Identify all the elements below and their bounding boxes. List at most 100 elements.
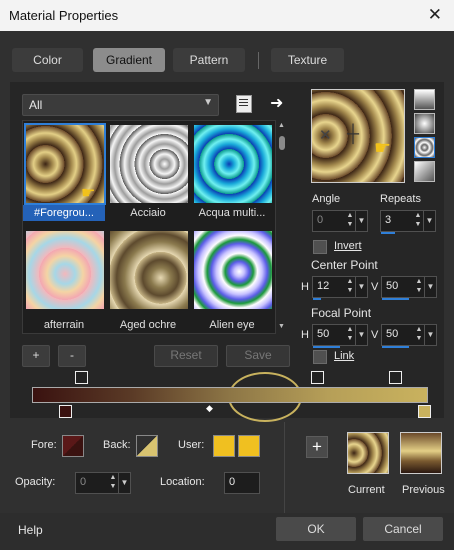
category-value: All (29, 98, 43, 112)
tab-color[interactable]: Color (12, 48, 83, 72)
foreground-swatch[interactable] (62, 435, 84, 457)
spin-arrows-icon[interactable]: ▲ ▼ (413, 211, 423, 231)
tab-texture[interactable]: Texture (271, 48, 344, 72)
invert-label: Invert (334, 240, 362, 252)
gradient-swatch (194, 125, 272, 203)
chevron-down-icon[interactable]: ▼ (424, 325, 436, 345)
gradient-preview[interactable]: ✕ ┼ ☛ (311, 89, 405, 183)
center-point-label: Center Point (311, 258, 378, 272)
resource-manager-icon[interactable] (236, 95, 252, 113)
midpoint-diamond-icon[interactable]: ◆ (206, 403, 213, 414)
focal-v-label: V (371, 329, 379, 341)
color-stop-marker[interactable] (59, 405, 72, 418)
reset-button[interactable]: Reset (154, 345, 218, 367)
color-stop-marker[interactable] (418, 405, 431, 418)
focal-v-spinner[interactable]: 50 ▲ ▼ ▼ (381, 324, 437, 348)
opacity-label: Opacity: (15, 476, 56, 488)
spin-arrows-icon[interactable]: ▲ ▼ (345, 325, 355, 345)
chevron-down-icon[interactable]: ▼ (355, 211, 367, 231)
add-to-library-button[interactable]: + (306, 436, 328, 458)
spin-arrows-icon[interactable]: ▲ ▼ (345, 277, 355, 297)
arrow-right-icon[interactable]: ➜ (270, 93, 283, 113)
title-bar: Material Properties ✕ (0, 0, 454, 31)
list-item-label: Aged ochre (119, 319, 177, 331)
scroll-down-icon[interactable]: ▼ (278, 323, 285, 330)
link-checkbox[interactable] (313, 350, 327, 364)
list-item-label: afterrain (43, 319, 85, 331)
gradient-swatch (110, 125, 188, 203)
transparency-stop-marker[interactable] (311, 371, 324, 384)
style-sunburst-button[interactable] (414, 161, 435, 182)
location-value: 0 (229, 476, 236, 488)
cancel-button[interactable]: Cancel (363, 517, 443, 541)
gradient-editor-bar[interactable] (32, 387, 428, 403)
focal-h-spinner[interactable]: 50 ▲ ▼ ▼ (312, 324, 368, 348)
style-radial-button[interactable] (414, 137, 435, 158)
close-icon[interactable]: ✕ (428, 5, 442, 25)
spin-arrows-icon[interactable]: ▲ ▼ (345, 211, 355, 231)
chevron-down-icon[interactable]: ▼ (424, 277, 436, 297)
center-h-value: 12 (317, 280, 330, 292)
spinner-indicator (313, 346, 340, 348)
background-swatch[interactable] (136, 435, 158, 457)
center-v-spinner[interactable]: 50 ▲ ▼ ▼ (381, 276, 437, 300)
spin-arrows-icon[interactable]: ▲ ▼ (414, 277, 424, 297)
list-item-label: Alien eye (209, 319, 255, 331)
user-color-swatch[interactable] (238, 435, 260, 457)
focal-point-marker-icon[interactable]: ✕ (319, 126, 332, 144)
chevron-down-icon[interactable]: ▼ (118, 473, 130, 493)
style-rectangular-button[interactable] (414, 113, 435, 134)
list-item-label: Acqua multi... (198, 207, 266, 219)
scroll-up-icon[interactable]: ▲ (278, 122, 285, 129)
spin-arrows-icon[interactable]: ▲ ▼ (414, 325, 424, 345)
opacity-spinner[interactable]: 0 ▲ ▼ ▼ (75, 472, 131, 494)
spin-arrows-icon[interactable]: ▲ ▼ (108, 473, 118, 493)
previous-gradient-preview[interactable] (400, 432, 442, 474)
gradient-swatch (194, 231, 272, 309)
invert-checkbox[interactable] (313, 240, 327, 254)
divider (284, 422, 285, 513)
list-item[interactable]: ☛ (24, 123, 106, 205)
repeats-spinner[interactable]: 3 ▲ ▼ ▼ (380, 210, 436, 234)
style-linear-button[interactable] (414, 89, 435, 110)
chevron-down-icon[interactable]: ▼ (355, 325, 367, 345)
list-item[interactable] (192, 123, 274, 205)
transparency-stop-marker[interactable] (75, 371, 88, 384)
tab-gradient[interactable]: Gradient (93, 48, 165, 72)
link-label: Link (334, 350, 355, 362)
gradient-library[interactable]: ☛ #Foregrou... Acciaio Acqua multi... af… (22, 120, 276, 334)
fore-label: Fore: (31, 439, 57, 451)
list-item-label: Acciaio (130, 207, 166, 219)
angle-value: 0 (317, 214, 324, 226)
user-color-swatch[interactable] (213, 435, 235, 457)
center-v-value: 50 (386, 280, 399, 292)
location-field[interactable]: 0 (224, 472, 260, 494)
list-item[interactable] (24, 229, 106, 311)
transparency-stop-marker[interactable] (389, 371, 402, 384)
library-scrollbar[interactable]: ▲ ▼ (276, 120, 288, 332)
repeats-value: 3 (385, 214, 392, 226)
spinner-indicator (382, 346, 409, 348)
list-item[interactable] (108, 123, 190, 205)
list-item[interactable] (192, 229, 274, 311)
center-h-spinner[interactable]: 12 ▲ ▼ ▼ (312, 276, 368, 300)
add-gradient-button[interactable]: + (22, 345, 50, 367)
pointer-hand-icon: ☛ (374, 138, 392, 159)
ok-button[interactable]: OK (276, 517, 356, 541)
spinner-indicator (381, 232, 395, 234)
chevron-down-icon[interactable]: ▼ (423, 211, 435, 231)
scrollbar-thumb[interactable] (279, 136, 285, 150)
category-dropdown[interactable]: All ▼ (22, 94, 219, 116)
tab-pattern[interactable]: Pattern (173, 48, 245, 72)
angle-label: Angle (312, 193, 341, 205)
previous-label: Previous (402, 484, 445, 496)
help-link[interactable]: Help (18, 523, 43, 537)
center-point-marker-icon[interactable]: ┼ (347, 124, 359, 144)
chevron-down-icon[interactable]: ▼ (355, 277, 367, 297)
remove-gradient-button[interactable]: - (58, 345, 86, 367)
current-gradient-preview (347, 432, 389, 474)
list-item-label: #Foregrou... (23, 205, 105, 221)
list-item[interactable] (108, 229, 190, 311)
angle-spinner[interactable]: 0 ▲ ▼ ▼ (312, 210, 368, 232)
save-button[interactable]: Save (226, 345, 290, 367)
